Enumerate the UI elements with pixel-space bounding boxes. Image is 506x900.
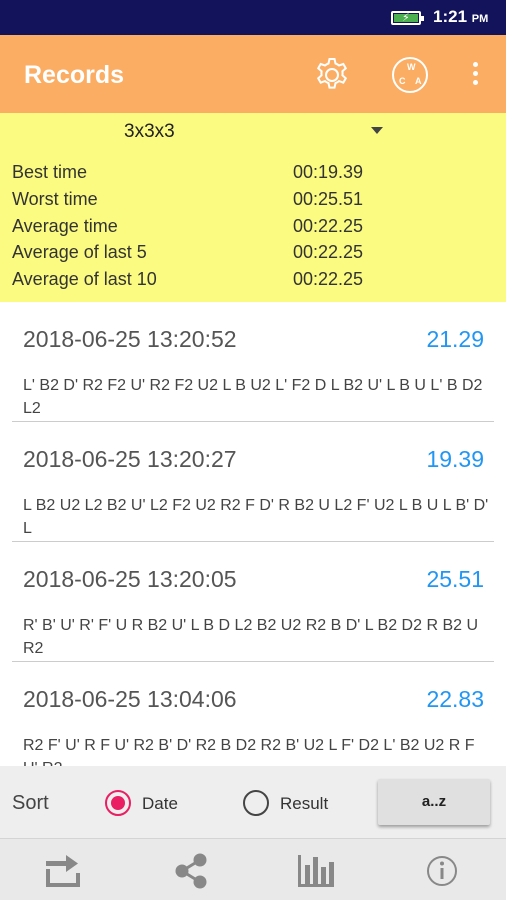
list-item[interactable]: 2018-06-25 13:20:27 19.39 L B2 U2 L2 B2 … <box>0 422 506 542</box>
wca-icon[interactable]: W C A <box>392 57 428 93</box>
sort-order-button[interactable]: a..z <box>378 779 490 825</box>
stat-row-ao5: Average of last 5 00:22.25 <box>12 242 492 266</box>
transfer-icon[interactable] <box>44 853 84 889</box>
bar-chart-icon[interactable] <box>296 853 336 889</box>
radio-date[interactable] <box>105 790 131 816</box>
record-date: 2018-06-25 13:20:27 <box>23 446 237 472</box>
wca-letter-c: C <box>399 76 406 86</box>
radio-result[interactable] <box>243 790 269 816</box>
page-title: Records <box>24 61 125 89</box>
records-list[interactable]: 2018-06-25 13:20:52 21.29 L' B2 D' R2 F2… <box>0 302 506 766</box>
record-result: 21.29 <box>426 326 484 352</box>
record-result: 19.39 <box>426 446 484 472</box>
stat-label: Best time <box>12 162 88 182</box>
stat-row-average: Average time 00:22.25 <box>12 216 492 240</box>
radio-date-label[interactable]: Date <box>142 794 178 814</box>
stat-row-best: Best time 00:19.39 <box>12 162 492 186</box>
stat-row-worst: Worst time 00:25.51 <box>12 189 492 213</box>
puzzle-select[interactable]: 3x3x3 <box>124 121 175 143</box>
record-scramble: L' B2 D' R2 F2 U' R2 F2 U2 L B U2 L' F2 … <box>23 377 483 417</box>
sort-bar: Sort Date Result a..z <box>0 766 506 838</box>
record-scramble: L B2 U2 L2 B2 U' L2 F2 U2 R2 F D' R B2 U… <box>23 497 489 537</box>
list-item[interactable]: 2018-06-25 13:20:52 21.29 L' B2 D' R2 F2… <box>0 302 506 422</box>
radio-result-label[interactable]: Result <box>280 794 328 814</box>
record-date: 2018-06-25 13:04:06 <box>23 686 237 712</box>
sort-label: Sort <box>12 792 49 814</box>
record-scramble: R' B' U' R' F' U R B2 U' L B D L2 B2 U2 … <box>23 617 479 657</box>
more-vertical-icon[interactable] <box>470 62 480 88</box>
record-scramble: R2 F' U' R F U' R2 B' D' R2 B D2 R2 B' U… <box>23 737 475 766</box>
wca-letter-w: W <box>407 62 416 72</box>
bottom-nav <box>0 838 506 900</box>
stats-panel: 3x3x3 Best time 00:19.39 Worst time 00:2… <box>0 113 506 302</box>
stat-label: Average time <box>12 216 118 236</box>
status-bar: ⚡ 1:21 PM <box>0 0 506 35</box>
wca-letter-a: A <box>415 76 422 86</box>
list-item[interactable]: 2018-06-25 13:20:05 25.51 R' B' U' R' F'… <box>0 542 506 662</box>
gear-icon[interactable] <box>313 56 351 94</box>
chevron-down-icon[interactable] <box>371 127 383 134</box>
record-result: 22.83 <box>426 686 484 712</box>
record-date: 2018-06-25 13:20:52 <box>23 326 237 352</box>
stat-value: 00:22.25 <box>293 242 364 262</box>
status-time: 1:21 PM <box>433 7 488 27</box>
stat-label: Average of last 5 <box>12 242 147 262</box>
info-icon[interactable] <box>422 853 462 889</box>
stat-label: Worst time <box>12 189 98 209</box>
battery-charging-icon: ⚡ <box>391 11 424 25</box>
stat-value: 00:22.25 <box>293 269 364 289</box>
list-item[interactable]: 2018-06-25 13:04:06 22.83 R2 F' U' R F U… <box>0 662 506 766</box>
status-time-ampm: PM <box>471 13 489 25</box>
stat-value: 00:19.39 <box>293 162 364 182</box>
status-time-value: 1:21 <box>433 7 468 26</box>
stat-value: 00:25.51 <box>293 189 364 209</box>
record-result: 25.51 <box>426 566 484 592</box>
stat-row-ao10: Average of last 10 00:22.25 <box>12 269 492 293</box>
stat-value: 00:22.25 <box>293 216 364 236</box>
record-date: 2018-06-25 13:20:05 <box>23 566 237 592</box>
stat-label: Average of last 10 <box>12 269 157 289</box>
app-bar: Records W C A <box>0 35 506 113</box>
share-icon[interactable] <box>172 853 212 889</box>
